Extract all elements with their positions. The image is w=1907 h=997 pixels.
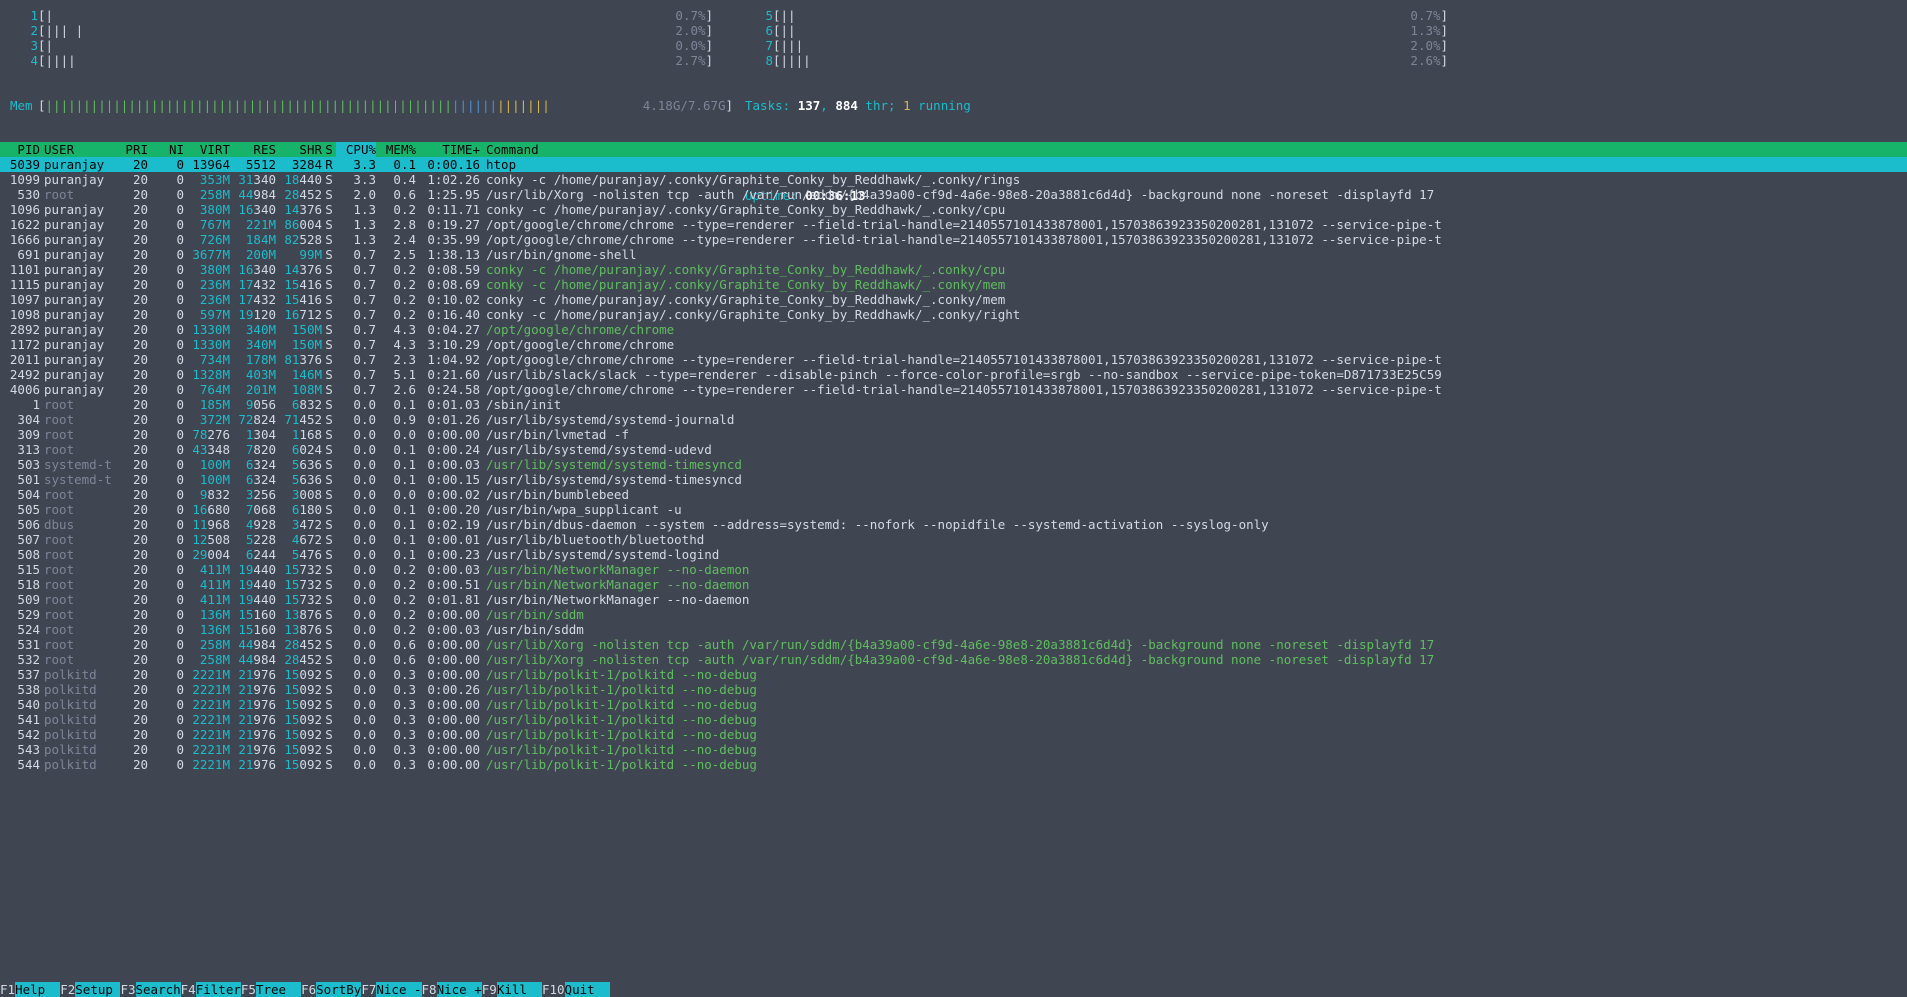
cpu-meter: 1[|0.7%] [10, 8, 730, 23]
table-row[interactable]: 4006puranjay200764M201M108MS0.72.60:24.5… [0, 382, 1907, 397]
table-row[interactable]: 543polkitd2002221M2197615092S0.00.30:00.… [0, 742, 1907, 757]
fn-key[interactable]: F1 [0, 982, 15, 997]
fn-key[interactable]: F8 [422, 982, 437, 997]
table-row[interactable]: 1172puranjay2001330M340M150MS0.74.33:10.… [0, 337, 1907, 352]
fn-key[interactable]: F2 [60, 982, 75, 997]
table-row[interactable]: 304root200372M7282471452S0.00.90:01.26/u… [0, 412, 1907, 427]
tasks-line: Tasks: 137, 884 thr; 1 running [745, 98, 971, 113]
fn-label[interactable]: Quit [565, 982, 610, 997]
fn-key[interactable]: F9 [482, 982, 497, 997]
fn-key[interactable]: F10 [542, 982, 565, 997]
table-row[interactable]: 1096puranjay200380M1634014376S1.30.20:11… [0, 202, 1907, 217]
table-row[interactable]: 532root200258M4498428452S0.00.60:00.00/u… [0, 652, 1907, 667]
function-key-bar: F1Help F2Setup F3SearchF4FilterF5Tree F6… [0, 982, 1907, 997]
fn-key[interactable]: F4 [181, 982, 196, 997]
table-row[interactable]: 508root2002900462445476S0.00.10:00.23/us… [0, 547, 1907, 562]
table-row[interactable]: 2892puranjay2001330M340M150MS0.74.30:04.… [0, 322, 1907, 337]
cpu-meter: 5[||0.7%] [745, 8, 1465, 23]
table-row[interactable]: 540polkitd2002221M2197615092S0.00.30:00.… [0, 697, 1907, 712]
cpu-meters-right: 5[||0.7%]6[||1.3%]7[|||2.0%]8[||||2.6%] [745, 8, 1465, 68]
table-row[interactable]: 313root2004334878206024S0.00.10:00.24/us… [0, 442, 1907, 457]
table-row[interactable]: 544polkitd2002221M2197615092S0.00.30:00.… [0, 757, 1907, 772]
col-res[interactable]: RES [230, 142, 276, 157]
table-row[interactable]: 1115puranjay200236M1743215416S0.70.20:08… [0, 277, 1907, 292]
process-table-body[interactable]: 5039puranjay2001396455123284R3.30.10:00.… [0, 157, 1907, 982]
fn-key[interactable]: F3 [120, 982, 135, 997]
table-row[interactable]: 537polkitd2002221M2197615092S0.00.30:00.… [0, 667, 1907, 682]
col-pid[interactable]: PID [0, 142, 40, 157]
fn-key[interactable]: F6 [301, 982, 316, 997]
col-shr[interactable]: SHR [276, 142, 322, 157]
cpu-meter: 6[||1.3%] [745, 23, 1465, 38]
fn-label[interactable]: Setup [75, 982, 120, 997]
table-row[interactable]: 504root200983232563008S0.00.00:00.02/usr… [0, 487, 1907, 502]
mem-meter: Mem[||||||||||||||||||||||||||||||||||||… [10, 98, 730, 113]
table-row[interactable]: 518root200411M1944015732S0.00.20:00.51/u… [0, 577, 1907, 592]
cpu-meter: 2[||| |2.0%] [10, 23, 730, 38]
table-row[interactable]: 2492puranjay2001328M403M146MS0.75.10:21.… [0, 367, 1907, 382]
table-row[interactable]: 2011puranjay200734M178M81376S0.72.31:04.… [0, 352, 1907, 367]
table-row[interactable]: 530root200258M4498428452S2.00.61:25.95/u… [0, 187, 1907, 202]
col-ni[interactable]: NI [148, 142, 184, 157]
col-mem[interactable]: MEM% [376, 142, 416, 157]
table-row[interactable]: 529root200136M1516013876S0.00.20:00.00/u… [0, 607, 1907, 622]
fn-key[interactable]: F7 [361, 982, 376, 997]
fn-label[interactable]: Kill [497, 982, 542, 997]
table-row[interactable]: 515root200411M1944015732S0.00.20:00.03/u… [0, 562, 1907, 577]
fn-label[interactable]: Tree [256, 982, 301, 997]
table-row[interactable]: 1666puranjay200726M184M82528S1.32.40:35.… [0, 232, 1907, 247]
table-row[interactable]: 1098puranjay200597M1912016712S0.70.20:16… [0, 307, 1907, 322]
col-command[interactable]: Command [480, 142, 1880, 157]
process-table-header[interactable]: PIDUSERPRINIVIRTRESSHRSCPU%MEM%TIME+Comm… [0, 142, 1907, 157]
table-row[interactable]: 1099puranjay200353M3134018440S3.30.41:02… [0, 172, 1907, 187]
table-row[interactable]: 541polkitd2002221M2197615092S0.00.30:00.… [0, 712, 1907, 727]
table-row[interactable]: 1101puranjay200380M1634014376S0.70.20:08… [0, 262, 1907, 277]
cpu-meters-left: 1[|0.7%]2[||| |2.0%]3[|0.0%]4[||||2.7%] [10, 8, 730, 68]
table-row[interactable]: 503systemd-t200100M63245636S0.00.10:00.0… [0, 457, 1907, 472]
cpu-meter: 3[|0.0%] [10, 38, 730, 53]
table-row[interactable]: 505root2001668070686180S0.00.10:00.20/us… [0, 502, 1907, 517]
table-row[interactable]: 1097puranjay200236M1743215416S0.70.20:10… [0, 292, 1907, 307]
table-row[interactable]: 309root2007827613041168S0.00.00:00.00/us… [0, 427, 1907, 442]
table-row[interactable]: 531root200258M4498428452S0.00.60:00.00/u… [0, 637, 1907, 652]
table-row[interactable]: 1root200185M90566832S0.00.10:01.03/sbin/… [0, 397, 1907, 412]
table-row[interactable]: 507root2001250852284672S0.00.10:00.01/us… [0, 532, 1907, 547]
table-row[interactable]: 524root200136M1516013876S0.00.20:00.03/u… [0, 622, 1907, 637]
col-pri[interactable]: PRI [118, 142, 148, 157]
table-row[interactable]: 1622puranjay200767M221M86004S1.32.80:19.… [0, 217, 1907, 232]
cpu-meter: 7[|||2.0%] [745, 38, 1465, 53]
fn-label[interactable]: Search [136, 982, 181, 997]
table-row[interactable]: 538polkitd2002221M2197615092S0.00.30:00.… [0, 682, 1907, 697]
col-virt[interactable]: VIRT [184, 142, 230, 157]
table-row[interactable]: 506dbus2001196849283472S0.00.10:02.19/us… [0, 517, 1907, 532]
table-row[interactable]: 5039puranjay2001396455123284R3.30.10:00.… [0, 157, 1907, 172]
fn-label[interactable]: Help [15, 982, 60, 997]
fn-label[interactable]: SortBy [316, 982, 361, 997]
fn-key[interactable]: F5 [241, 982, 256, 997]
table-row[interactable]: 501systemd-t200100M63245636S0.00.10:00.1… [0, 472, 1907, 487]
table-row[interactable]: 542polkitd2002221M2197615092S0.00.30:00.… [0, 727, 1907, 742]
col-cpu[interactable]: CPU% [336, 142, 376, 157]
fn-label[interactable]: Filter [196, 982, 241, 997]
fn-label[interactable]: Nice + [437, 982, 482, 997]
cpu-meter: 4[||||2.7%] [10, 53, 730, 68]
table-row[interactable]: 691puranjay2003677M200M99MS0.72.51:38.13… [0, 247, 1907, 262]
table-row[interactable]: 509root200411M1944015732S0.00.20:01.81/u… [0, 592, 1907, 607]
cpu-meter: 8[||||2.6%] [745, 53, 1465, 68]
col-state[interactable]: S [322, 142, 336, 157]
col-user[interactable]: USER [40, 142, 118, 157]
col-time[interactable]: TIME+ [416, 142, 480, 157]
fn-label[interactable]: Nice - [376, 982, 421, 997]
